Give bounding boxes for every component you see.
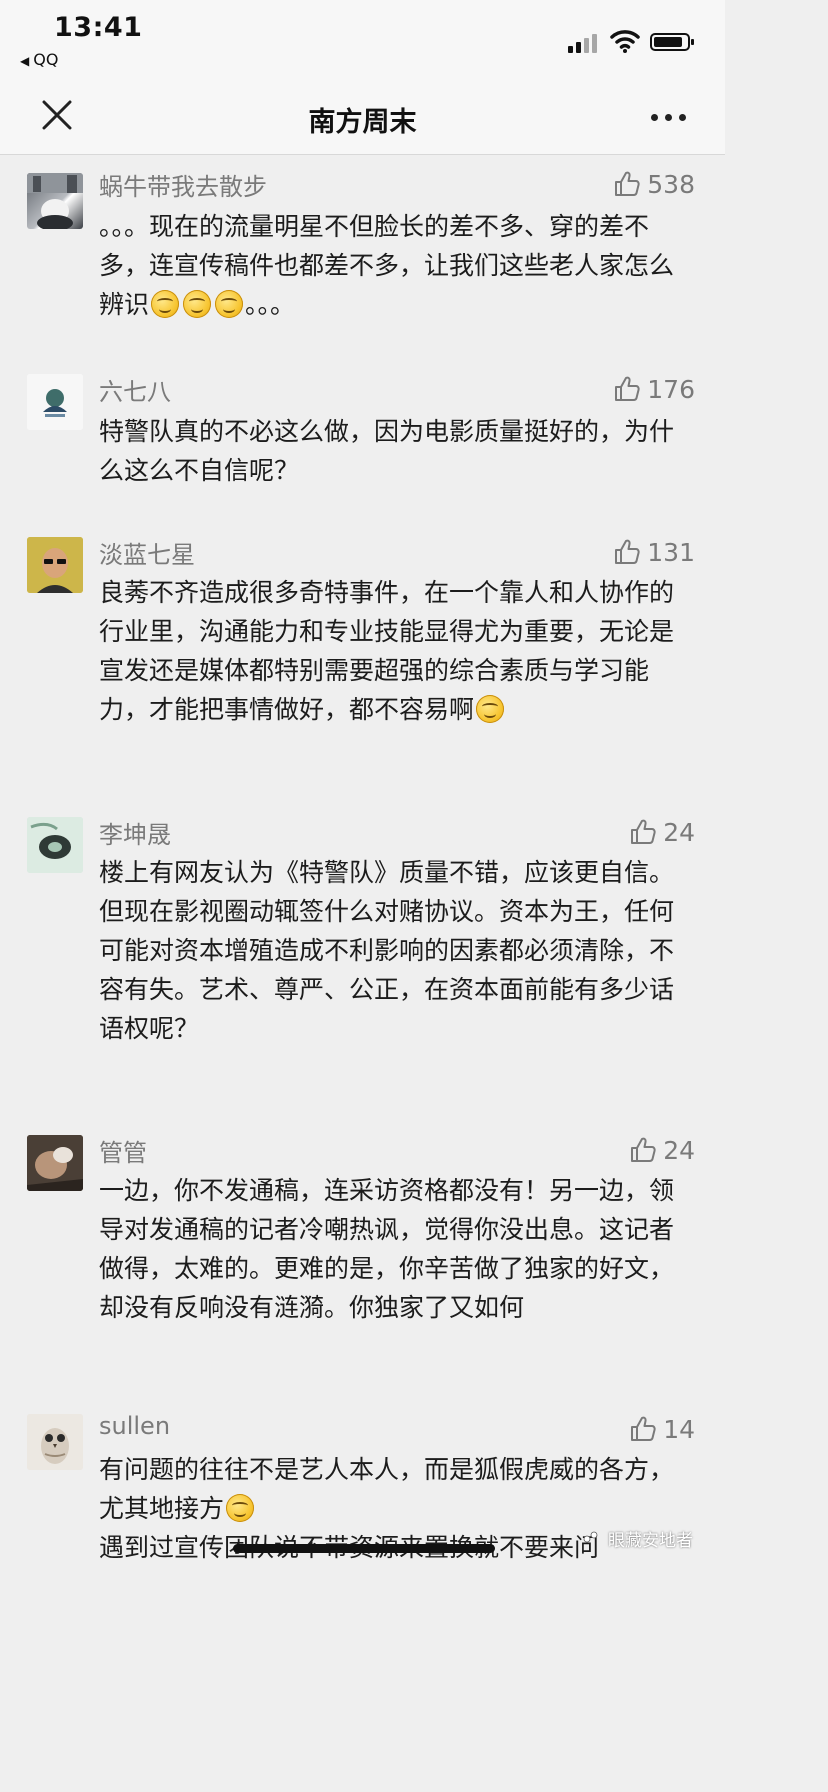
smile-emoji-icon xyxy=(226,1494,255,1522)
back-triangle-icon: ◀ xyxy=(20,54,30,68)
comment-text-line: 良莠不齐造成很多奇特事件，在一个靠人和人协作的行业里，沟通能力和专业技能显得尤为… xyxy=(99,578,675,724)
like-count: 14 xyxy=(663,1414,695,1444)
comment-author[interactable]: 管管 xyxy=(99,1133,147,1168)
comment-text: 特警队真的不必这么做，因为电影质量挺好的，为什么这么不自信呢？ xyxy=(99,412,695,490)
thumbs-up-icon xyxy=(615,171,640,196)
avatar[interactable] xyxy=(27,173,83,229)
like-count: 24 xyxy=(663,1135,695,1165)
like-button[interactable]: 131 xyxy=(613,537,695,567)
comment-author[interactable]: 李坤晟 xyxy=(99,815,171,850)
comment-author[interactable]: 六七八 xyxy=(99,372,171,407)
thumbs-up-icon xyxy=(631,1137,656,1162)
thumbs-up-icon xyxy=(615,539,640,564)
like-button[interactable]: 538 xyxy=(613,169,695,199)
smile-emoji-icon xyxy=(183,290,212,318)
like-count: 176 xyxy=(647,374,695,404)
avatar[interactable] xyxy=(27,1414,83,1470)
smile-emoji-icon xyxy=(215,290,244,318)
thumbs-up-icon xyxy=(631,819,656,844)
back-to-app-link[interactable]: ◀ QQ xyxy=(20,50,58,69)
comment-list[interactable]: 蜗牛带我去散步 538 。。。现在的流量明星不但脸长的差不多、穿的差不多，连宣传… xyxy=(0,155,725,1568)
comment-author[interactable]: 淡蓝七星 xyxy=(99,535,195,570)
like-count: 131 xyxy=(647,537,695,567)
comment-text-line: 特警队真的不必这么做，因为电影质量挺好的，为什么这么不自信呢？ xyxy=(99,417,675,485)
avatar[interactable] xyxy=(27,537,83,593)
comment-text-line: 楼上有网友认为《特警队》质量不错，应该更自信。 xyxy=(99,858,675,887)
like-button[interactable]: 14 xyxy=(629,1414,695,1444)
smile-emoji-icon xyxy=(476,695,505,723)
status-time: 13:41 xyxy=(54,12,143,43)
thumbs-up-icon xyxy=(615,376,640,401)
page-title: 南方周末 xyxy=(308,107,417,138)
comment-text-tail: 。。。 xyxy=(245,290,296,319)
watermark: 眼藏安地者 xyxy=(608,1531,693,1551)
more-icon[interactable] xyxy=(651,114,687,122)
like-button[interactable]: 176 xyxy=(613,374,695,404)
like-count: 538 xyxy=(647,169,695,199)
comment-text: 良莠不齐造成很多奇特事件，在一个靠人和人协作的行业里，沟通能力和专业技能显得尤为… xyxy=(99,573,695,729)
comment-text-line: 但现在影视圈动辄签什么对赌协议。资本为王，任何可能对资本增殖造成不利影响的因素都… xyxy=(99,897,675,1043)
comment-text: 一边，你不发通稿，连采访资格都没有！另一边，领导对发通稿的记者冷嘲热讽，觉得你没… xyxy=(99,1171,695,1327)
like-count: 24 xyxy=(663,817,695,847)
back-app-label: QQ xyxy=(33,50,59,69)
status-bar: 13:41 ◀ QQ xyxy=(0,0,725,84)
avatar[interactable] xyxy=(27,817,83,873)
thumbs-up-icon xyxy=(631,1416,656,1441)
comment-text: 楼上有网友认为《特警队》质量不错，应该更自信。 但现在影视圈动辄签什么对赌协议。… xyxy=(99,853,695,1048)
like-button[interactable]: 24 xyxy=(629,817,695,847)
comment-author[interactable]: sullen xyxy=(99,1412,170,1440)
battery-icon xyxy=(650,33,694,51)
nav-bar: 南方周末 xyxy=(0,84,725,155)
signal-icon xyxy=(568,31,604,53)
watermark-logo-icon xyxy=(583,1531,598,1543)
comment-text-line: 有问题的往往不是艺人本人，而是狐假虎威的各方，尤其地接方 xyxy=(99,1455,675,1523)
comment-text: 。。。现在的流量明星不但脸长的差不多、穿的差不多，连宣传稿件也都差不多，让我们这… xyxy=(99,207,695,324)
comment-author[interactable]: 蜗牛带我去散步 xyxy=(99,167,267,202)
avatar[interactable] xyxy=(27,1135,83,1191)
wifi-icon xyxy=(610,30,640,53)
home-indicator[interactable] xyxy=(233,1544,495,1553)
avatar[interactable] xyxy=(27,374,83,430)
like-button[interactable]: 24 xyxy=(629,1135,695,1165)
comment-text-line: 一边，你不发通稿，连采访资格都没有！另一边，领导对发通稿的记者冷嘲热讽，觉得你没… xyxy=(99,1176,675,1322)
smile-emoji-icon xyxy=(151,290,180,318)
